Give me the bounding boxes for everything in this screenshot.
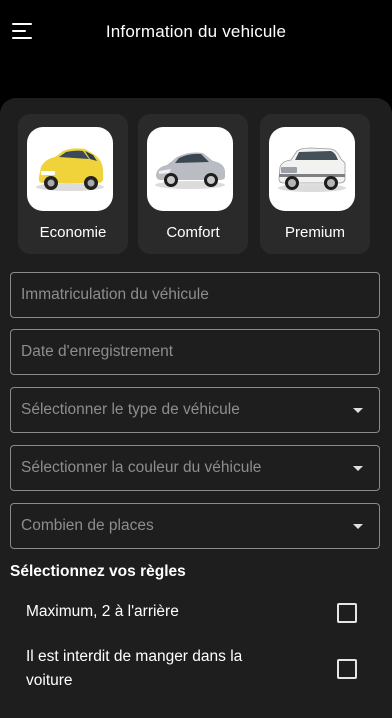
rule-checkbox[interactable] xyxy=(337,603,357,623)
registration-date-field[interactable]: Date d'enregistrement xyxy=(10,329,380,375)
registration-placeholder: Immatriculation du véhicule xyxy=(21,286,209,303)
seats-placeholder: Combien de places xyxy=(21,517,154,534)
white-suv-car-image xyxy=(269,127,355,211)
dropdown-arrow-icon xyxy=(353,524,363,529)
category-premium[interactable]: Premium xyxy=(260,114,370,254)
vehicle-category-list: Economie Comfort Premium xyxy=(0,114,392,256)
dropdown-arrow-icon xyxy=(353,466,363,471)
dropdown-arrow-icon xyxy=(353,408,363,413)
rule-checkbox[interactable] xyxy=(337,659,357,679)
vehicle-color-select[interactable]: Sélectionner la couleur du véhicule xyxy=(10,445,380,491)
category-label: Economie xyxy=(39,224,107,241)
rule-label: Maximum, 2 à l'arrière xyxy=(26,603,179,620)
registration-field[interactable]: Immatriculation du véhicule xyxy=(10,272,380,318)
vehicle-type-select[interactable]: Sélectionner le type de véhicule xyxy=(10,387,380,433)
app-header: Information du vehicule xyxy=(0,0,392,64)
category-label: Comfort xyxy=(166,224,220,241)
rule-label: Il est interdit de manger dans la voitur… xyxy=(26,645,242,693)
vehicle-color-placeholder: Sélectionner la couleur du véhicule xyxy=(21,459,262,476)
page-title: Information du vehicule xyxy=(105,22,287,41)
category-label: Premium xyxy=(284,224,345,241)
silver-sedan-car-image xyxy=(147,127,233,211)
rule-label-line: voiture xyxy=(26,672,73,689)
date-placeholder: Date d'enregistrement xyxy=(21,343,174,360)
seats-select[interactable]: Combien de places xyxy=(10,503,380,549)
rules-section-title: Sélectionnez vos règles xyxy=(10,563,186,580)
category-economie[interactable]: Economie xyxy=(18,114,128,254)
vehicle-type-placeholder: Sélectionner le type de véhicule xyxy=(21,401,240,418)
rule-label-line: Il est interdit de manger dans la xyxy=(26,648,243,665)
category-comfort[interactable]: Comfort xyxy=(138,114,248,254)
yellow-hatchback-car-image xyxy=(27,127,113,211)
